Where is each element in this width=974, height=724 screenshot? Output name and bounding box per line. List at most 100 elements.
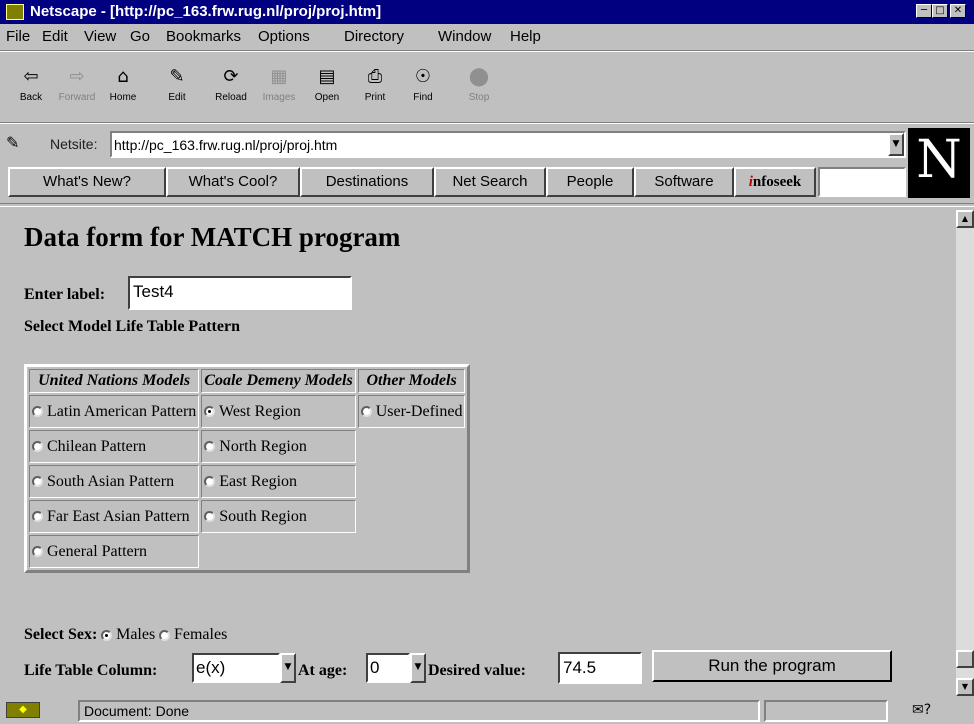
whats-new-button[interactable]: What's New? (8, 167, 166, 197)
radio-north-region[interactable] (204, 441, 216, 453)
home-button[interactable]: ⌂ Home (102, 62, 144, 112)
menu-bookmarks[interactable]: Bookmarks (166, 28, 241, 45)
age-prompt: At age: (298, 662, 348, 679)
menu-edit[interactable]: Edit (42, 28, 68, 45)
url-field[interactable]: http://pc_163.frw.rug.nl/proj/proj.htm ▼ (110, 131, 906, 158)
life-table-column-select[interactable]: e(x) ▼ (192, 653, 296, 683)
close-button[interactable]: ✕ (950, 4, 966, 18)
netscape-logo[interactable]: N (908, 128, 970, 198)
menu-go[interactable]: Go (130, 28, 150, 45)
reload-button[interactable]: ⟳ Reload (210, 62, 252, 112)
cd-east-cell[interactable]: East Region (201, 465, 356, 498)
chevron-down-icon[interactable]: ▼ (280, 653, 296, 683)
mail-icon[interactable]: ✉? (912, 702, 931, 718)
scroll-thumb[interactable] (956, 650, 974, 668)
infoseek-button[interactable]: infoseek (734, 167, 816, 197)
netscape-app-icon[interactable] (6, 4, 24, 20)
whats-cool-button[interactable]: What's Cool? (166, 167, 300, 197)
stop-icon: ⬤ (468, 66, 490, 87)
column-value: e(x) (192, 653, 280, 683)
images-icon: ▦ (270, 66, 288, 87)
females-label: Females (173, 626, 228, 643)
print-button[interactable]: ⎙ Print (354, 62, 396, 112)
progress-bar (764, 700, 888, 722)
age-select[interactable]: 0 ▼ (366, 653, 426, 683)
radio-east-region[interactable] (204, 476, 216, 488)
radio-females[interactable] (159, 629, 171, 641)
window-title: Netscape - [http://pc_163.frw.rug.nl/pro… (30, 3, 382, 20)
radio-far-east-asian[interactable] (32, 511, 43, 523)
back-button[interactable]: ⇦ Back (10, 62, 52, 112)
option-label: Chilean Pattern (47, 437, 147, 455)
edit-label: Edit (168, 92, 186, 103)
radio-latin-american[interactable] (32, 406, 43, 418)
images-button[interactable]: ▦ Images (258, 62, 300, 112)
destinations-button[interactable]: Destinations (300, 167, 434, 197)
menu-help[interactable]: Help (510, 28, 541, 45)
empty-cell (358, 535, 466, 568)
radio-user-defined[interactable] (360, 406, 372, 418)
people-button[interactable]: People (546, 167, 634, 197)
other-user-defined-cell[interactable]: User-Defined (357, 395, 466, 428)
scroll-down-arrow[interactable]: ▼ (956, 678, 974, 696)
vertical-scrollbar[interactable]: ▲ ▼ (956, 210, 974, 696)
menu-directory[interactable]: Directory (344, 28, 404, 45)
radio-south-region[interactable] (204, 511, 216, 523)
location-divider (0, 122, 974, 124)
minimize-button[interactable]: ─ (916, 4, 932, 18)
cd-north-cell[interactable]: North Region (201, 430, 356, 463)
radio-south-asian[interactable] (32, 476, 43, 488)
scroll-up-arrow[interactable]: ▲ (956, 210, 974, 228)
stop-label: Stop (468, 92, 490, 103)
option-label: User-Defined (375, 402, 463, 420)
menu-options[interactable]: Options (258, 28, 310, 45)
un-general-cell[interactable]: General Pattern (29, 535, 200, 568)
url-dropdown-arrow[interactable]: ▼ (888, 133, 904, 156)
chevron-down-icon[interactable]: ▼ (410, 653, 426, 683)
un-chilean-cell[interactable]: Chilean Pattern (29, 430, 200, 463)
empty-cell (201, 535, 355, 568)
stop-button[interactable]: ⬤ Stop (458, 62, 500, 112)
home-label: Home (109, 92, 137, 103)
edit-button[interactable]: ✎ Edit (156, 62, 198, 112)
un-south-asian-cell[interactable]: South Asian Pattern (29, 465, 200, 498)
radio-general[interactable] (32, 546, 43, 558)
reload-label: Reload (215, 92, 247, 103)
un-latin-american-cell[interactable]: Latin American Pattern (29, 395, 200, 428)
forward-arrow-icon: ⇨ (69, 66, 85, 87)
option-label: North Region (219, 437, 307, 455)
security-key-icon[interactable]: ◆ (6, 702, 40, 718)
maximize-button[interactable]: □ (932, 4, 948, 18)
open-button[interactable]: ▤ Open (306, 62, 348, 112)
option-label: General Pattern (47, 542, 147, 560)
desired-value-input[interactable]: 74.5 (558, 652, 642, 684)
title-bar: Netscape - [http://pc_163.frw.rug.nl/pro… (0, 0, 974, 24)
label-input[interactable]: Test4 (128, 276, 352, 310)
print-label: Print (364, 92, 386, 103)
net-search-button[interactable]: Net Search (434, 167, 546, 197)
binoculars-icon: ☉ (414, 66, 432, 87)
option-label: West Region (219, 402, 301, 420)
run-program-button[interactable]: Run the program (652, 650, 892, 682)
forward-button[interactable]: ⇨ Forward (56, 62, 98, 112)
menu-view[interactable]: View (84, 28, 116, 45)
option-label: South Asian Pattern (47, 472, 175, 490)
option-label: Far East Asian Pattern (47, 507, 190, 525)
software-button[interactable]: Software (634, 167, 734, 197)
menu-file[interactable]: File (6, 28, 30, 45)
cd-south-cell[interactable]: South Region (201, 500, 356, 533)
un-far-east-asian-cell[interactable]: Far East Asian Pattern (29, 500, 200, 533)
infoseek-search-input[interactable] (818, 167, 906, 197)
radio-west-region[interactable] (204, 406, 216, 418)
find-button[interactable]: ☉ Find (402, 62, 444, 112)
radio-chilean[interactable] (32, 441, 43, 453)
bookmark-pen-icon[interactable]: ✎ (6, 134, 24, 152)
menu-window[interactable]: Window (438, 28, 491, 45)
infoseek-rest: nfoseek (752, 174, 802, 190)
back-arrow-icon: ⇦ (23, 66, 39, 87)
images-label: Images (262, 92, 296, 103)
radio-males[interactable] (101, 629, 113, 641)
cd-west-cell[interactable]: West Region (201, 395, 356, 428)
content-top-divider (0, 203, 974, 207)
printer-icon: ⎙ (367, 66, 383, 87)
